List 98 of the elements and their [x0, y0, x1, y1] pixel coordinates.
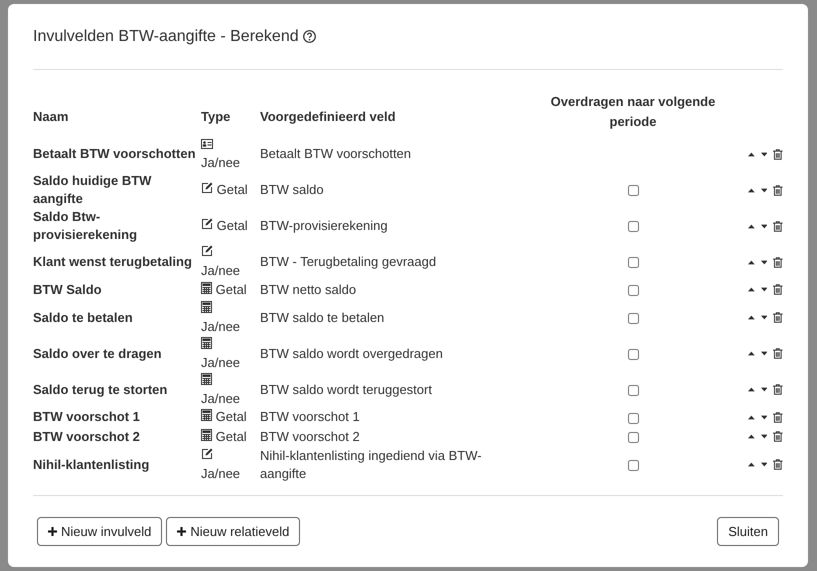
field-name: Saldo huidige BTW aangifte	[33, 172, 152, 208]
move-down-icon[interactable]	[760, 287, 768, 292]
field-name: Nihil-klantenlisting	[33, 456, 150, 474]
trash-icon[interactable]	[773, 384, 783, 395]
trash-icon[interactable]	[773, 431, 783, 442]
calculator-icon	[201, 300, 212, 312]
move-up-icon[interactable]	[748, 152, 755, 156]
field-type: Getal	[201, 408, 253, 426]
field-type: Getal	[201, 280, 253, 299]
trash-icon[interactable]	[773, 284, 783, 296]
move-down-icon[interactable]	[760, 315, 768, 320]
carry-over-checkbox[interactable]	[628, 432, 638, 444]
predefined-field: BTW saldo wordt teruggestort	[260, 380, 518, 398]
trash-icon[interactable]	[773, 148, 783, 160]
field-type: Ja/nee	[201, 446, 253, 482]
carry-over-checkbox[interactable]	[628, 185, 638, 196]
move-up-icon[interactable]	[748, 351, 755, 356]
close-button[interactable]: Sluiten	[717, 517, 779, 546]
column-header: Naam	[33, 92, 201, 136]
calculator-icon	[201, 282, 212, 294]
move-down-icon[interactable]	[760, 434, 768, 440]
move-up-icon[interactable]	[748, 188, 755, 192]
move-down-icon[interactable]	[760, 260, 768, 264]
plus-icon	[177, 527, 186, 536]
field-name: Saldo terug te storten	[33, 380, 168, 398]
field-name: BTW voorschot 1	[33, 408, 141, 426]
field-type: Ja/nee	[201, 300, 253, 336]
edit-icon	[201, 245, 213, 257]
move-up-icon[interactable]	[748, 434, 755, 440]
edit-icon	[201, 182, 213, 194]
calculator-icon	[201, 372, 212, 384]
field-name: BTW voorschot 2	[33, 428, 141, 446]
move-up-icon[interactable]	[748, 414, 755, 420]
trash-icon[interactable]	[773, 256, 783, 268]
move-up-icon[interactable]	[748, 260, 755, 264]
field-type: Getal	[201, 181, 253, 199]
edit-icon	[201, 448, 213, 460]
field-name: Klant wenst terugbetaling	[33, 253, 193, 271]
column-header: Voorgedefinieerd veld	[260, 108, 397, 126]
move-up-icon[interactable]	[748, 387, 755, 392]
move-down-icon[interactable]	[760, 387, 768, 392]
predefined-field: Nihil-klantenlisting ingediend via BTW-aangifte	[260, 446, 518, 482]
predefined-field: BTW-provisierekening	[260, 217, 518, 235]
trash-icon[interactable]	[773, 312, 783, 323]
calculator-icon	[201, 336, 212, 348]
carry-over-checkbox[interactable]	[628, 412, 638, 424]
predefined-field: BTW saldo	[260, 181, 518, 199]
column-header: Type	[201, 92, 260, 136]
calculator-icon	[201, 409, 212, 422]
move-down-icon[interactable]	[760, 351, 768, 356]
move-down-icon[interactable]	[760, 224, 768, 228]
move-up-icon[interactable]	[748, 287, 755, 292]
help-icon[interactable]	[302, 30, 316, 43]
trash-icon[interactable]	[773, 220, 783, 232]
carry-over-checkbox[interactable]	[628, 221, 638, 232]
move-down-icon[interactable]	[760, 414, 768, 420]
carry-over-checkbox[interactable]	[628, 285, 638, 296]
field-type: Ja/nee	[201, 336, 253, 372]
field-name: Betaalt BTW voorschotten	[33, 145, 197, 163]
predefined-field: BTW netto saldo	[260, 280, 518, 299]
move-up-icon[interactable]	[748, 315, 755, 320]
field-type: Ja/nee	[201, 244, 253, 280]
trash-icon[interactable]	[773, 412, 783, 423]
move-down-icon[interactable]	[760, 188, 768, 192]
edit-icon	[201, 218, 213, 230]
field-type: Getal	[201, 217, 253, 235]
carry-over-checkbox[interactable]	[628, 384, 638, 396]
predefined-field: BTW voorschot 1	[260, 408, 518, 426]
carry-over-checkbox[interactable]	[628, 312, 638, 324]
predefined-field: Betaalt BTW voorschotten	[260, 145, 518, 163]
calculator-icon	[201, 428, 212, 441]
field-type: Ja/nee	[201, 136, 253, 172]
contact-card-icon	[201, 139, 213, 149]
add-field-button[interactable]: Nieuw invulveld	[37, 517, 162, 546]
carry-over-checkbox[interactable]	[628, 348, 638, 360]
move-down-icon[interactable]	[760, 462, 768, 467]
field-type: Getal	[201, 428, 253, 446]
add-field-button[interactable]: Nieuw relatieveld	[166, 517, 300, 546]
carry-over-checkbox[interactable]	[628, 257, 638, 268]
move-down-icon[interactable]	[760, 152, 768, 156]
trash-icon[interactable]	[773, 348, 783, 359]
trash-icon[interactable]	[773, 459, 783, 470]
move-up-icon[interactable]	[748, 462, 755, 467]
move-up-icon[interactable]	[748, 224, 755, 228]
field-type: Ja/nee	[201, 372, 253, 408]
plus-icon	[48, 527, 57, 536]
predefined-field: BTW - Terugbetaling gevraagd	[260, 253, 518, 271]
field-name: Saldo Btw-provisierekening	[33, 208, 138, 244]
carry-over-checkbox[interactable]	[628, 460, 638, 471]
trash-icon[interactable]	[773, 184, 783, 196]
predefined-field: BTW voorschot 2	[260, 428, 518, 446]
column-header: Overdragen naar volgende periode	[550, 93, 716, 131]
field-name: Saldo te betalen	[33, 308, 134, 326]
field-name: BTW Saldo	[33, 280, 103, 299]
predefined-field: BTW saldo te betalen	[260, 308, 518, 326]
dialog-title: Invulvelden BTW-aangifte - Berekend	[33, 26, 299, 46]
predefined-field: BTW saldo wordt overgedragen	[260, 344, 518, 362]
field-name: Saldo over te dragen	[33, 344, 163, 362]
